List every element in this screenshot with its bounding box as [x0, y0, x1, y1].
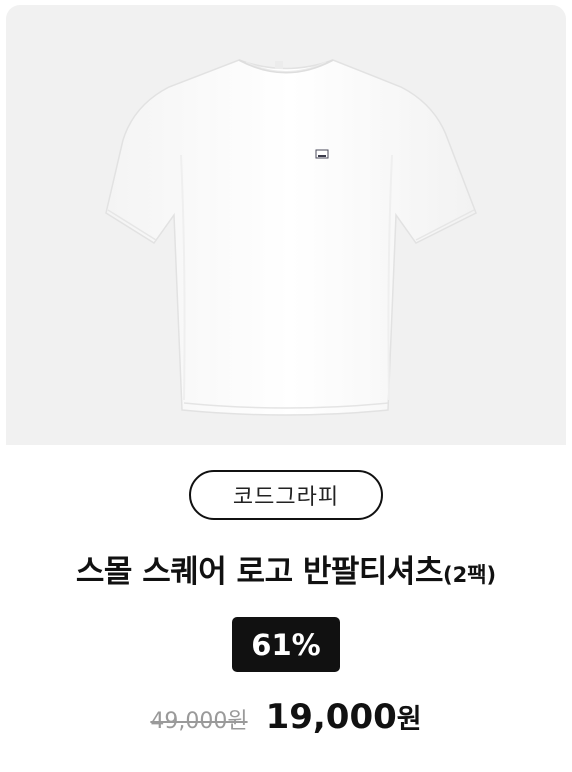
sale-price: 19,000원	[266, 697, 422, 737]
product-image[interactable]	[6, 5, 566, 445]
original-price: 49,000원	[150, 709, 248, 734]
brand-tag[interactable]: 코드그라피	[189, 470, 383, 520]
product-title-main: 스몰 스퀘어 로고 반팔티셔츠	[75, 554, 444, 590]
discount-badge: 61%	[232, 617, 340, 672]
product-title[interactable]: 스몰 스퀘어 로고 반팔티셔츠(2팩)	[0, 546, 572, 591]
price-row: 49,000원 19,000원	[0, 697, 572, 737]
tshirt-photo-icon	[105, 59, 477, 416]
sale-price-number: 19,000	[265, 697, 397, 737]
sale-price-unit: 원	[396, 704, 422, 735]
product-card[interactable]: 코드그라피 스몰 스퀘어 로고 반팔티셔츠(2팩) 61% 49,000원 19…	[0, 0, 572, 772]
product-title-pack: (2팩)	[442, 563, 497, 587]
